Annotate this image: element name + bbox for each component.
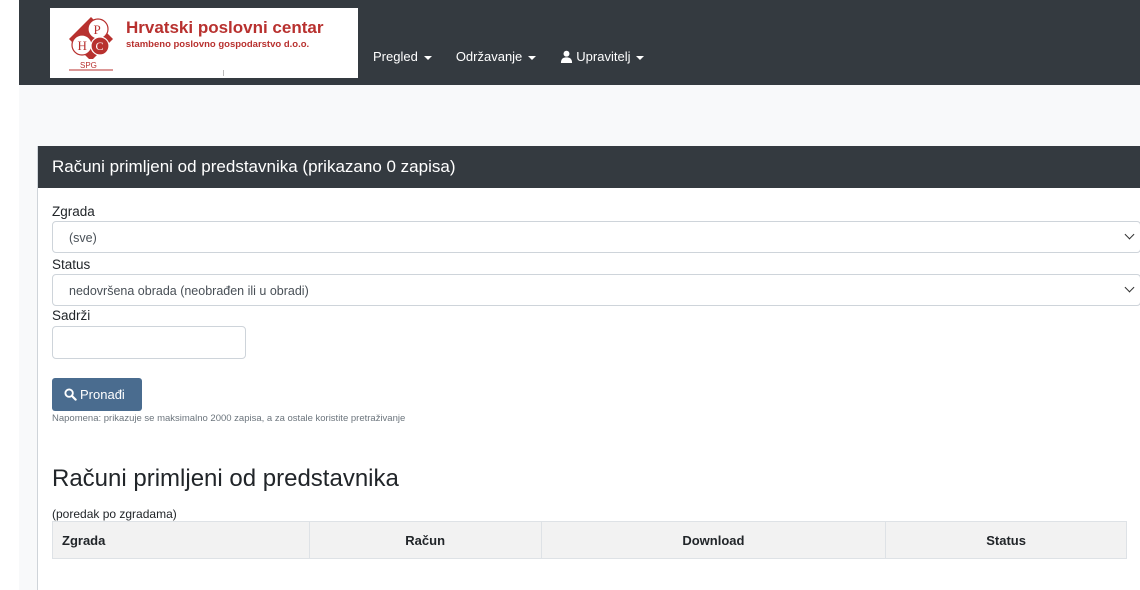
results-title: Računi primljeni od predstavnika — [52, 465, 399, 492]
column-header-download[interactable]: Download — [540, 521, 887, 559]
logo-tag: SPG — [80, 61, 97, 70]
nav-item-label: Održavanje — [455, 49, 523, 64]
nav-item-label: Pregled — [373, 49, 418, 64]
sadrzi-input[interactable] — [52, 326, 246, 359]
brand-logo[interactable]: H P C SPG Hrvatski poslovni centar stamb… — [50, 8, 358, 78]
zgrada-select[interactable]: (sve) — [52, 221, 1140, 253]
logo-letter-h: H — [78, 38, 87, 53]
brand-subtitle: stambeno poslovno gospodarstvo d.o.o. — [126, 39, 310, 50]
caret-down-icon — [528, 55, 537, 60]
user-icon — [561, 50, 573, 63]
column-header-zgrada[interactable]: Zgrada — [52, 521, 310, 559]
nav-item-pregled[interactable]: Pregled — [373, 49, 432, 64]
zgrada-label: Zgrada — [52, 204, 95, 219]
main-nav: Pregled Održavanje Upravitelj — [373, 49, 668, 64]
nav-item-label: Upravitelj — [576, 49, 631, 64]
brand-title: Hrvatski poslovni centar — [126, 18, 324, 37]
page-edge — [0, 0, 19, 590]
status-label: Status — [52, 257, 91, 272]
top-navbar: H P C SPG Hrvatski poslovni centar stamb… — [19, 0, 1140, 85]
panel-header: Računi primljeni od predstavnika (prikaz… — [38, 146, 1140, 188]
nav-item-upravitelj[interactable]: Upravitelj — [560, 49, 645, 64]
search-icon — [64, 388, 77, 401]
hpc-logo-icon: H P C SPG — [69, 17, 113, 71]
invoices-panel: Računi primljeni od predstavnika (prikaz… — [37, 146, 1140, 590]
zgrada-select-value: (sve) — [69, 231, 97, 245]
search-button[interactable]: Pronađi — [52, 378, 142, 411]
column-header-status[interactable]: Status — [885, 521, 1127, 559]
search-button-label: Pronađi — [80, 387, 125, 402]
chevron-down-icon — [1124, 282, 1135, 293]
logo-letter-p: P — [94, 22, 101, 37]
nav-item-odrzavanje[interactable]: Održavanje — [455, 49, 537, 64]
order-note: (poredak po zgradama) — [52, 507, 177, 521]
caret-down-icon — [636, 55, 645, 60]
logo-letter-c: C — [96, 39, 104, 53]
caret-down-icon — [423, 55, 432, 60]
results-table: Zgrada Račun Download Status — [52, 521, 1127, 559]
sadrzi-label: Sadrži — [52, 308, 91, 323]
table-header-row: Zgrada Račun Download Status — [52, 521, 1127, 559]
column-header-racun[interactable]: Račun — [308, 521, 542, 559]
status-select-value: nedovršena obrada (neobrađen ili u obrad… — [69, 284, 309, 298]
limit-note: Napomena: prikazuje se maksimalno 2000 z… — [52, 413, 406, 424]
chevron-down-icon — [1124, 229, 1135, 240]
logo-divider — [223, 70, 224, 76]
status-select[interactable]: nedovršena obrada (neobrađen ili u obrad… — [52, 274, 1140, 306]
